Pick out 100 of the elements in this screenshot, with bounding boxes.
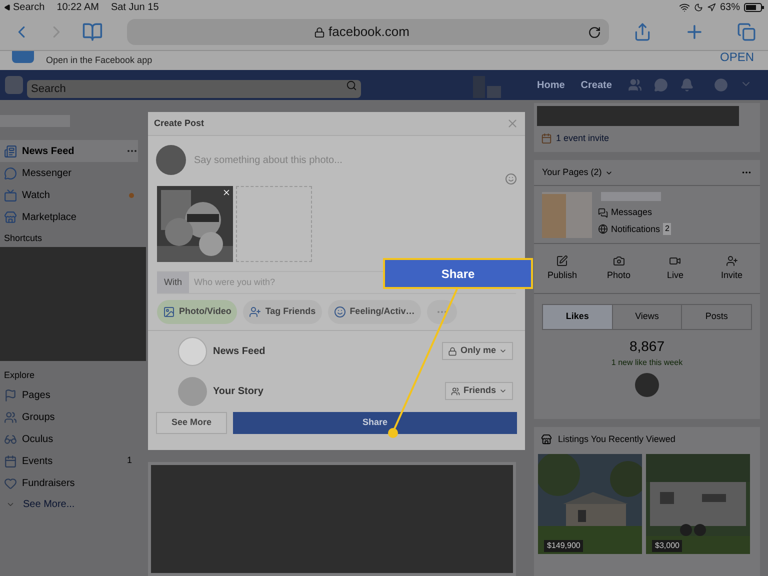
camera-icon	[612, 254, 625, 267]
sidebar-item[interactable]: Pages	[0, 384, 138, 406]
address-bar[interactable]: facebook.com	[126, 19, 610, 45]
url-text: facebook.com	[328, 23, 410, 42]
open-app-link[interactable]: OPEN	[720, 51, 756, 64]
composer-action-button[interactable]: Feeling/Activ…	[328, 300, 421, 324]
sidebar-item[interactable]: Messenger	[0, 162, 138, 184]
messages-link[interactable]: Messages	[611, 206, 652, 220]
back-arrow-icon[interactable]	[4, 4, 11, 10]
remove-photo-icon[interactable]	[222, 188, 231, 197]
search-field[interactable]: Search	[27, 80, 361, 98]
calendar-icon	[541, 133, 552, 144]
destination-label: News Feed	[213, 344, 266, 358]
battery-icon	[744, 2, 764, 12]
lock-icon	[448, 346, 458, 356]
heart-icon	[4, 476, 17, 490]
battery-percent: 63%	[720, 0, 740, 14]
lock-icon	[314, 26, 325, 38]
price-label: $3,000	[652, 540, 682, 552]
composer-action-button[interactable]: Photo/Video	[157, 300, 238, 324]
bookmarks-icon[interactable]	[82, 21, 103, 43]
caret-icon	[499, 387, 507, 395]
messenger-icon[interactable]	[654, 78, 668, 92]
share-button[interactable]: Share	[233, 412, 517, 434]
see-more-link[interactable]: See More...	[0, 494, 146, 514]
pages-title: Your Pages (2)	[542, 166, 602, 179]
audience-dropdown[interactable]: Only me	[442, 342, 513, 360]
nav-link[interactable]: Create	[580, 78, 612, 92]
event-invite-link[interactable]: 1 event invite	[556, 132, 610, 146]
listings-title: Listings You Recently Viewed	[558, 433, 676, 446]
newspaper-icon	[4, 144, 17, 158]
sidebar-item[interactable]: Groups	[0, 406, 138, 428]
chat-bubbles-icon	[598, 208, 608, 218]
reload-icon[interactable]	[588, 26, 602, 38]
goggles-icon	[4, 432, 17, 446]
share-callout-tooltip: Share	[383, 258, 533, 289]
section-heading: Shortcuts	[3, 232, 44, 245]
tv-icon	[4, 188, 17, 202]
people-icon	[451, 386, 460, 396]
image-icon	[163, 306, 175, 318]
person-add-icon	[249, 306, 262, 318]
page-action-button[interactable]: Live	[647, 254, 704, 282]
sidebar-item[interactable]: Events 1	[0, 450, 138, 472]
sidebar-item[interactable]: News Feed	[0, 140, 138, 162]
page-thumbnail	[542, 192, 592, 238]
stats-tab[interactable]: Views	[612, 305, 682, 329]
search-icon[interactable]	[346, 80, 357, 91]
with-label: With	[157, 272, 189, 293]
destination-avatar	[178, 336, 207, 366]
tabs-icon[interactable]	[736, 22, 756, 42]
store-icon	[4, 210, 17, 224]
caret-icon	[499, 347, 507, 355]
composer-action-button[interactable]: Tag Friends	[243, 300, 322, 324]
listing-card[interactable]: $149,900	[538, 454, 642, 554]
audience-dropdown[interactable]: Friends	[445, 382, 513, 400]
emoji-icon[interactable]	[505, 173, 517, 185]
post-text-field[interactable]: Say something about this photo...	[194, 152, 517, 168]
share-icon[interactable]	[633, 22, 652, 42]
smiley-icon	[334, 306, 346, 318]
flag-icon	[4, 388, 17, 402]
page-action-button[interactable]: Invite	[704, 254, 760, 282]
facebook-app-icon	[12, 50, 34, 62]
friends-icon[interactable]	[628, 78, 642, 92]
stats-tab[interactable]: Likes	[543, 305, 612, 329]
location-icon	[706, 2, 716, 12]
sidebar-item[interactable]: Fundraisers	[0, 472, 138, 494]
pencil-icon	[556, 254, 568, 267]
add-photo-slot[interactable]	[236, 186, 312, 262]
chat-bubble-icon	[4, 166, 17, 180]
notification-count: 2	[663, 223, 672, 236]
listing-card[interactable]: $3,000	[646, 454, 750, 554]
close-icon[interactable]	[506, 117, 519, 130]
notifications-icon[interactable]	[680, 78, 694, 92]
sidebar-item[interactable]: Marketplace	[0, 206, 138, 228]
status-date: Sat Jun 15	[110, 0, 159, 14]
likes-note: 1 new like this week	[611, 357, 683, 369]
sidebar-item[interactable]: Oculus	[0, 428, 138, 450]
see-more-button[interactable]: See More	[156, 412, 227, 434]
more-options-button[interactable]	[426, 300, 457, 324]
nav-link[interactable]: Home	[537, 78, 565, 92]
banner-text: Open in the Facebook app	[46, 54, 152, 67]
wifi-icon	[678, 2, 690, 12]
page-action-button[interactable]: Publish	[534, 254, 590, 282]
destination-avatar	[178, 376, 207, 406]
price-label: $149,900	[544, 540, 584, 552]
page-action-button[interactable]: Photo	[590, 254, 647, 282]
back-to-app-label[interactable]: Search	[13, 0, 45, 14]
dialog-title: Create Post	[154, 116, 206, 130]
globe-icon	[598, 224, 608, 234]
count-label: 1	[126, 454, 132, 468]
likes-count: 8,867	[629, 337, 665, 356]
moon-icon	[694, 2, 703, 12]
video-camera-icon	[669, 254, 682, 267]
person-add-icon	[726, 254, 738, 267]
notifications-link[interactable]: Notifications	[611, 222, 660, 236]
stats-tab[interactable]: Posts	[681, 305, 752, 329]
status-time: 10:22 AM	[56, 0, 99, 14]
store-icon	[541, 434, 552, 446]
calendar-icon	[4, 454, 17, 468]
sidebar-item[interactable]: Watch	[0, 184, 138, 206]
